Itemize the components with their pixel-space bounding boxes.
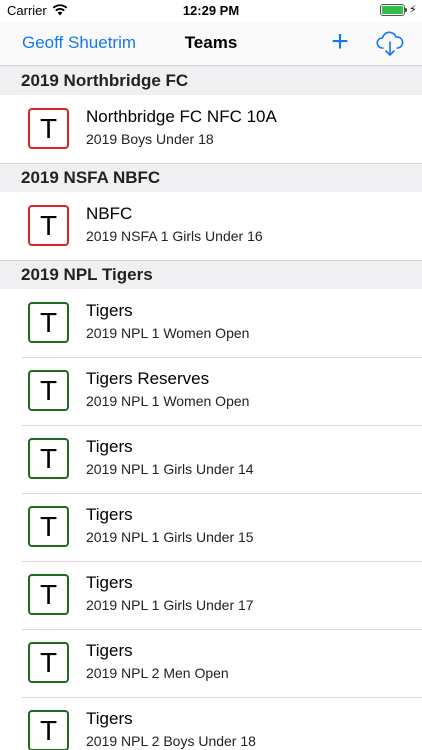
team-name: Tigers — [86, 505, 133, 524]
team-badge-icon: T — [28, 370, 69, 411]
team-row[interactable]: T Tigers 2019 NPL 1 Girls Under 17 — [0, 561, 422, 630]
status-bar: Carrier 12:29 PM ⚡ — [0, 0, 422, 22]
battery-fill — [382, 6, 403, 14]
team-competition: 2019 NPL 1 Women Open — [86, 325, 250, 341]
team-competition: 2019 NPL 2 Boys Under 18 — [86, 733, 256, 749]
team-badge-icon: T — [28, 438, 69, 479]
section-header: 2019 Northbridge FC — [0, 66, 422, 95]
team-name: Tigers Reserves — [86, 369, 210, 388]
team-badge-icon: T — [28, 302, 69, 343]
team-row[interactable]: T Tigers 2019 NPL 1 Girls Under 14 — [0, 425, 422, 494]
add-team-button[interactable]: + — [326, 27, 354, 58]
team-row[interactable]: T Tigers 2019 NPL 1 Women Open — [0, 289, 422, 358]
section-header: 2019 NPL Tigers — [0, 260, 422, 289]
team-badge-icon: T — [28, 710, 69, 750]
row-divider — [0, 163, 422, 164]
team-row[interactable]: T Tigers 2019 NPL 1 Girls Under 15 — [0, 493, 422, 562]
cloud-download-icon[interactable] — [376, 31, 404, 57]
team-name: Tigers — [86, 437, 133, 456]
team-name: Tigers — [86, 709, 133, 728]
back-button[interactable]: Geoff Shuetrim — [22, 33, 136, 53]
team-row[interactable]: T Northbridge FC NFC 10A 2019 Boys Under 1… — [0, 95, 422, 164]
team-badge-icon: T — [28, 642, 69, 683]
navigation-bar: Geoff Shuetrim Teams + — [0, 22, 422, 66]
team-name: NBFC — [86, 204, 133, 223]
team-name: Tigers — [86, 573, 133, 592]
team-row[interactable]: T NBFC 2019 NSFA 1 Girls Under 16 — [0, 192, 422, 261]
section-header: 2019 NSFA NBFC — [0, 163, 422, 192]
team-competition: 2019 NSFA 1 Girls Under 16 — [86, 228, 263, 244]
team-list: 2019 Northbridge FC T Northbridge FC NFC 1… — [0, 66, 422, 750]
battery-tip — [405, 8, 407, 12]
team-row[interactable]: T Tigers Reserves 2019 NPL 1 Women Open — [0, 357, 422, 426]
team-competition: 2019 NPL 1 Women Open — [86, 393, 250, 409]
team-competition: 2019 NPL 1 Girls Under 17 — [86, 597, 254, 613]
team-badge-icon: T — [28, 205, 69, 246]
clock: 12:29 PM — [182, 3, 240, 18]
team-badge-icon: T — [28, 574, 69, 615]
row-divider — [0, 260, 422, 261]
team-competition: 2019 NPL 2 Men Open — [86, 665, 229, 681]
team-row[interactable]: T Tigers 2019 NPL 2 Boys Under 18 — [0, 697, 422, 750]
team-row[interactable]: T Tigers 2019 NPL 2 Men Open — [0, 629, 422, 698]
team-competition: 2019 NPL 1 Girls Under 14 — [86, 461, 254, 477]
team-name: Tigers — [86, 301, 133, 320]
team-badge-icon: T — [28, 506, 69, 547]
team-competition: 2019 NPL 1 Girls Under 15 — [86, 529, 254, 545]
battery-icon — [380, 4, 405, 16]
team-badge-icon: T — [28, 108, 69, 149]
team-competition: 2019 Boys Under 18 — [86, 131, 214, 147]
team-name: Tigers — [86, 641, 133, 660]
team-name: Northbridge FC NFC 10A — [86, 107, 277, 126]
charging-icon: ⚡ — [409, 4, 417, 16]
